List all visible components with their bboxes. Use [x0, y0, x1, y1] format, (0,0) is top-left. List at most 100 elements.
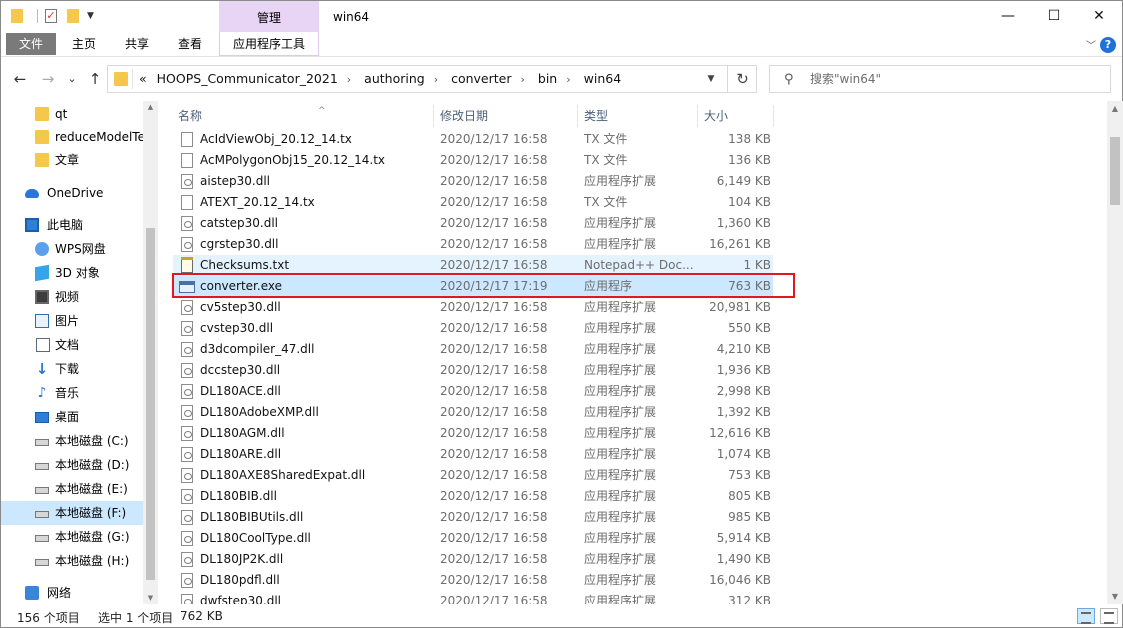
sidebar-item-onedrive[interactable]: OneDrive	[1, 181, 143, 205]
sidebar-scrollbar[interactable]: ▲ ▼	[143, 101, 158, 604]
chevron-right-icon[interactable]: ›	[515, 67, 531, 93]
sidebar-item-drive-g[interactable]: 本地磁盘 (G:)	[1, 525, 143, 549]
tab-share[interactable]: 共享	[116, 32, 158, 56]
sidebar-item-downloads[interactable]: ↓ 下载	[1, 357, 143, 381]
scroll-up-icon[interactable]: ▲	[1107, 104, 1123, 113]
tab-home[interactable]: 主页	[63, 32, 105, 56]
new-folder-icon[interactable]	[67, 9, 79, 23]
table-row[interactable]: aistep30.dll 2020/12/17 16:58 应用程序扩展 6,149 …	[173, 171, 773, 192]
table-row[interactable]: DL180JP2K.dll 2020/12/17 16:58 应用程序扩展 1,490…	[173, 549, 773, 570]
column-header-size[interactable]: 大小	[704, 105, 728, 127]
back-button[interactable]: ←	[11, 68, 29, 90]
table-row[interactable]: DL180AdobeXMP.dll 2020/12/17 16:58 应用程序扩展 1…	[173, 402, 773, 423]
sidebar-item-this-pc[interactable]: 此电脑	[1, 213, 143, 237]
maximize-button[interactable]: ☐	[1031, 1, 1077, 32]
scroll-down-icon[interactable]: ▼	[1107, 592, 1123, 601]
breadcrumb-item[interactable]: win64	[581, 66, 625, 92]
help-icon[interactable]: ?	[1100, 37, 1116, 53]
breadcrumb-item[interactable]: authoring	[361, 66, 428, 92]
customize-toolbar-icon[interactable]: ▼	[87, 11, 94, 21]
file-date: 2020/12/17 16:58	[440, 468, 548, 482]
details-view-button[interactable]	[1077, 608, 1095, 624]
sidebar-item-reducemodeltest[interactable]: reduceModelTest	[1, 125, 143, 149]
table-row[interactable]: AcMPolygonObj15_20.12_14.tx 2020/12/17 16…	[173, 150, 773, 171]
table-row[interactable]: cvstep30.dll 2020/12/17 16:58 应用程序扩展 550 KB	[173, 318, 773, 339]
sidebar-item-label: 网络	[47, 586, 72, 600]
scroll-down-icon[interactable]: ▼	[143, 594, 158, 602]
sidebar-item-drive-f[interactable]: 本地磁盘 (F:)	[1, 501, 143, 525]
sidebar-item-label: 本地磁盘 (D:)	[55, 458, 130, 472]
address-bar[interactable]: « HOOPS_Communicator_2021 › authoring › co…	[107, 65, 757, 93]
chevron-down-icon[interactable]: ﹀	[1086, 37, 1096, 52]
table-row[interactable]: DL180BIBUtils.dll 2020/12/17 16:58 应用程序扩展 9…	[173, 507, 773, 528]
sidebar-item-drive-h[interactable]: 本地磁盘 (H:)	[1, 549, 143, 573]
sidebar-item-documents[interactable]: 文档	[1, 333, 143, 357]
tab-manage[interactable]: 管理	[219, 1, 319, 32]
file-list-scrollbar[interactable]: ▲ ▼	[1107, 101, 1123, 604]
address-dropdown-icon[interactable]: ▼	[701, 70, 721, 88]
column-header-name[interactable]: 名称 ^	[178, 105, 326, 127]
tab-view[interactable]: 查看	[169, 32, 211, 56]
table-row[interactable]: ATEXT_20.12_14.tx 2020/12/17 16:58 TX 文件 10…	[173, 192, 773, 213]
file-type: 应用程序扩展	[584, 510, 657, 524]
table-row[interactable]: catstep30.dll 2020/12/17 16:58 应用程序扩展 1,360…	[173, 213, 773, 234]
file-date: 2020/12/17 16:58	[440, 531, 548, 545]
column-divider[interactable]	[773, 105, 774, 127]
column-divider[interactable]	[433, 105, 434, 127]
chevron-right-icon[interactable]: ›	[341, 67, 357, 93]
sidebar-item-wps-cloud[interactable]: WPS网盘	[1, 237, 143, 261]
column-header-type[interactable]: 类型	[584, 105, 608, 127]
table-row[interactable]: DL180pdfl.dll 2020/12/17 16:58 应用程序扩展 16,04…	[173, 570, 773, 591]
search-icon: ⚲	[784, 72, 794, 87]
forward-button[interactable]: →	[39, 68, 57, 90]
refresh-button[interactable]: ↻	[727, 65, 757, 93]
breadcrumb-item[interactable]: HOOPS_Communicator_2021	[154, 66, 341, 92]
sidebar-item-qt[interactable]: qt	[1, 102, 143, 126]
file-list-scroll-thumb[interactable]	[1110, 137, 1120, 205]
table-row[interactable]: cv5step30.dll 2020/12/17 16:58 应用程序扩展 20,98…	[173, 297, 773, 318]
minimize-button[interactable]: —	[985, 1, 1031, 32]
column-header-date[interactable]: 修改日期	[440, 105, 488, 127]
recent-locations-button[interactable]: ⌄	[63, 68, 81, 90]
column-divider[interactable]	[577, 105, 578, 127]
sidebar-item-articles[interactable]: 文章	[1, 148, 143, 172]
sidebar-item-music[interactable]: ♪ 音乐	[1, 381, 143, 405]
breadcrumb-item[interactable]: bin	[535, 66, 560, 92]
table-row[interactable]: dwfstep30.dll 2020/12/17 16:58 应用程序扩展 312 K…	[173, 591, 773, 604]
chevron-right-icon[interactable]: ›	[428, 67, 444, 93]
sidebar-item-drive-d[interactable]: 本地磁盘 (D:)	[1, 453, 143, 477]
up-button[interactable]: ↑	[86, 68, 104, 90]
breadcrumb-item[interactable]: converter	[448, 66, 514, 92]
sidebar-item-drive-c[interactable]: 本地磁盘 (C:)	[1, 429, 143, 453]
column-divider[interactable]	[697, 105, 698, 127]
table-row[interactable]: dccstep30.dll 2020/12/17 16:58 应用程序扩展 1,936…	[173, 360, 773, 381]
table-row[interactable]: DL180AXE8SharedExpat.dll 2020/12/17 16:58…	[173, 465, 773, 486]
table-row[interactable]: cgrstep30.dll 2020/12/17 16:58 应用程序扩展 16,26…	[173, 234, 773, 255]
search-input[interactable]: ⚲ 搜索"win64"	[769, 65, 1111, 93]
tab-file[interactable]: 文件	[6, 33, 56, 55]
table-row[interactable]: DL180BIB.dll 2020/12/17 16:58 应用程序扩展 805 KB	[173, 486, 773, 507]
sidebar-item-drive-e[interactable]: 本地磁盘 (E:)	[1, 477, 143, 501]
sidebar-item-3d-objects[interactable]: 3D 对象	[1, 261, 143, 285]
properties-icon[interactable]: ✓	[45, 9, 57, 23]
sidebar-item-desktop[interactable]: 桌面	[1, 405, 143, 429]
scroll-up-icon[interactable]: ▲	[143, 103, 158, 111]
close-button[interactable]: ✕	[1076, 1, 1122, 32]
sidebar-item-pictures[interactable]: 图片	[1, 309, 143, 333]
dll-file-icon	[181, 216, 193, 231]
file-name: DL180AXE8SharedExpat.dll	[200, 468, 366, 482]
table-row[interactable]: AcIdViewObj_20.12_14.tx 2020/12/17 16:58 T…	[173, 129, 773, 150]
table-row[interactable]: DL180CoolType.dll 2020/12/17 16:58 应用程序扩展 5…	[173, 528, 773, 549]
sidebar-item-videos[interactable]: 视频	[1, 285, 143, 309]
table-row[interactable]: d3dcompiler_47.dll 2020/12/17 16:58 应用程序扩展…	[173, 339, 773, 360]
chevron-right-icon[interactable]: ›	[560, 67, 576, 93]
breadcrumb-overflow[interactable]: «	[136, 66, 150, 92]
table-row[interactable]: DL180ARE.dll 2020/12/17 16:58 应用程序扩展 1,074 …	[173, 444, 773, 465]
dll-file-icon	[181, 489, 193, 504]
sidebar-scroll-thumb[interactable]	[146, 228, 155, 580]
sidebar-item-network[interactable]: 网络	[1, 581, 143, 604]
table-row[interactable]: DL180AGM.dll 2020/12/17 16:58 应用程序扩展 12,616…	[173, 423, 773, 444]
table-row[interactable]: DL180ACE.dll 2020/12/17 16:58 应用程序扩展 2,998 …	[173, 381, 773, 402]
tab-application-tools[interactable]: 应用程序工具	[219, 32, 319, 56]
large-icons-view-button[interactable]	[1100, 608, 1118, 624]
